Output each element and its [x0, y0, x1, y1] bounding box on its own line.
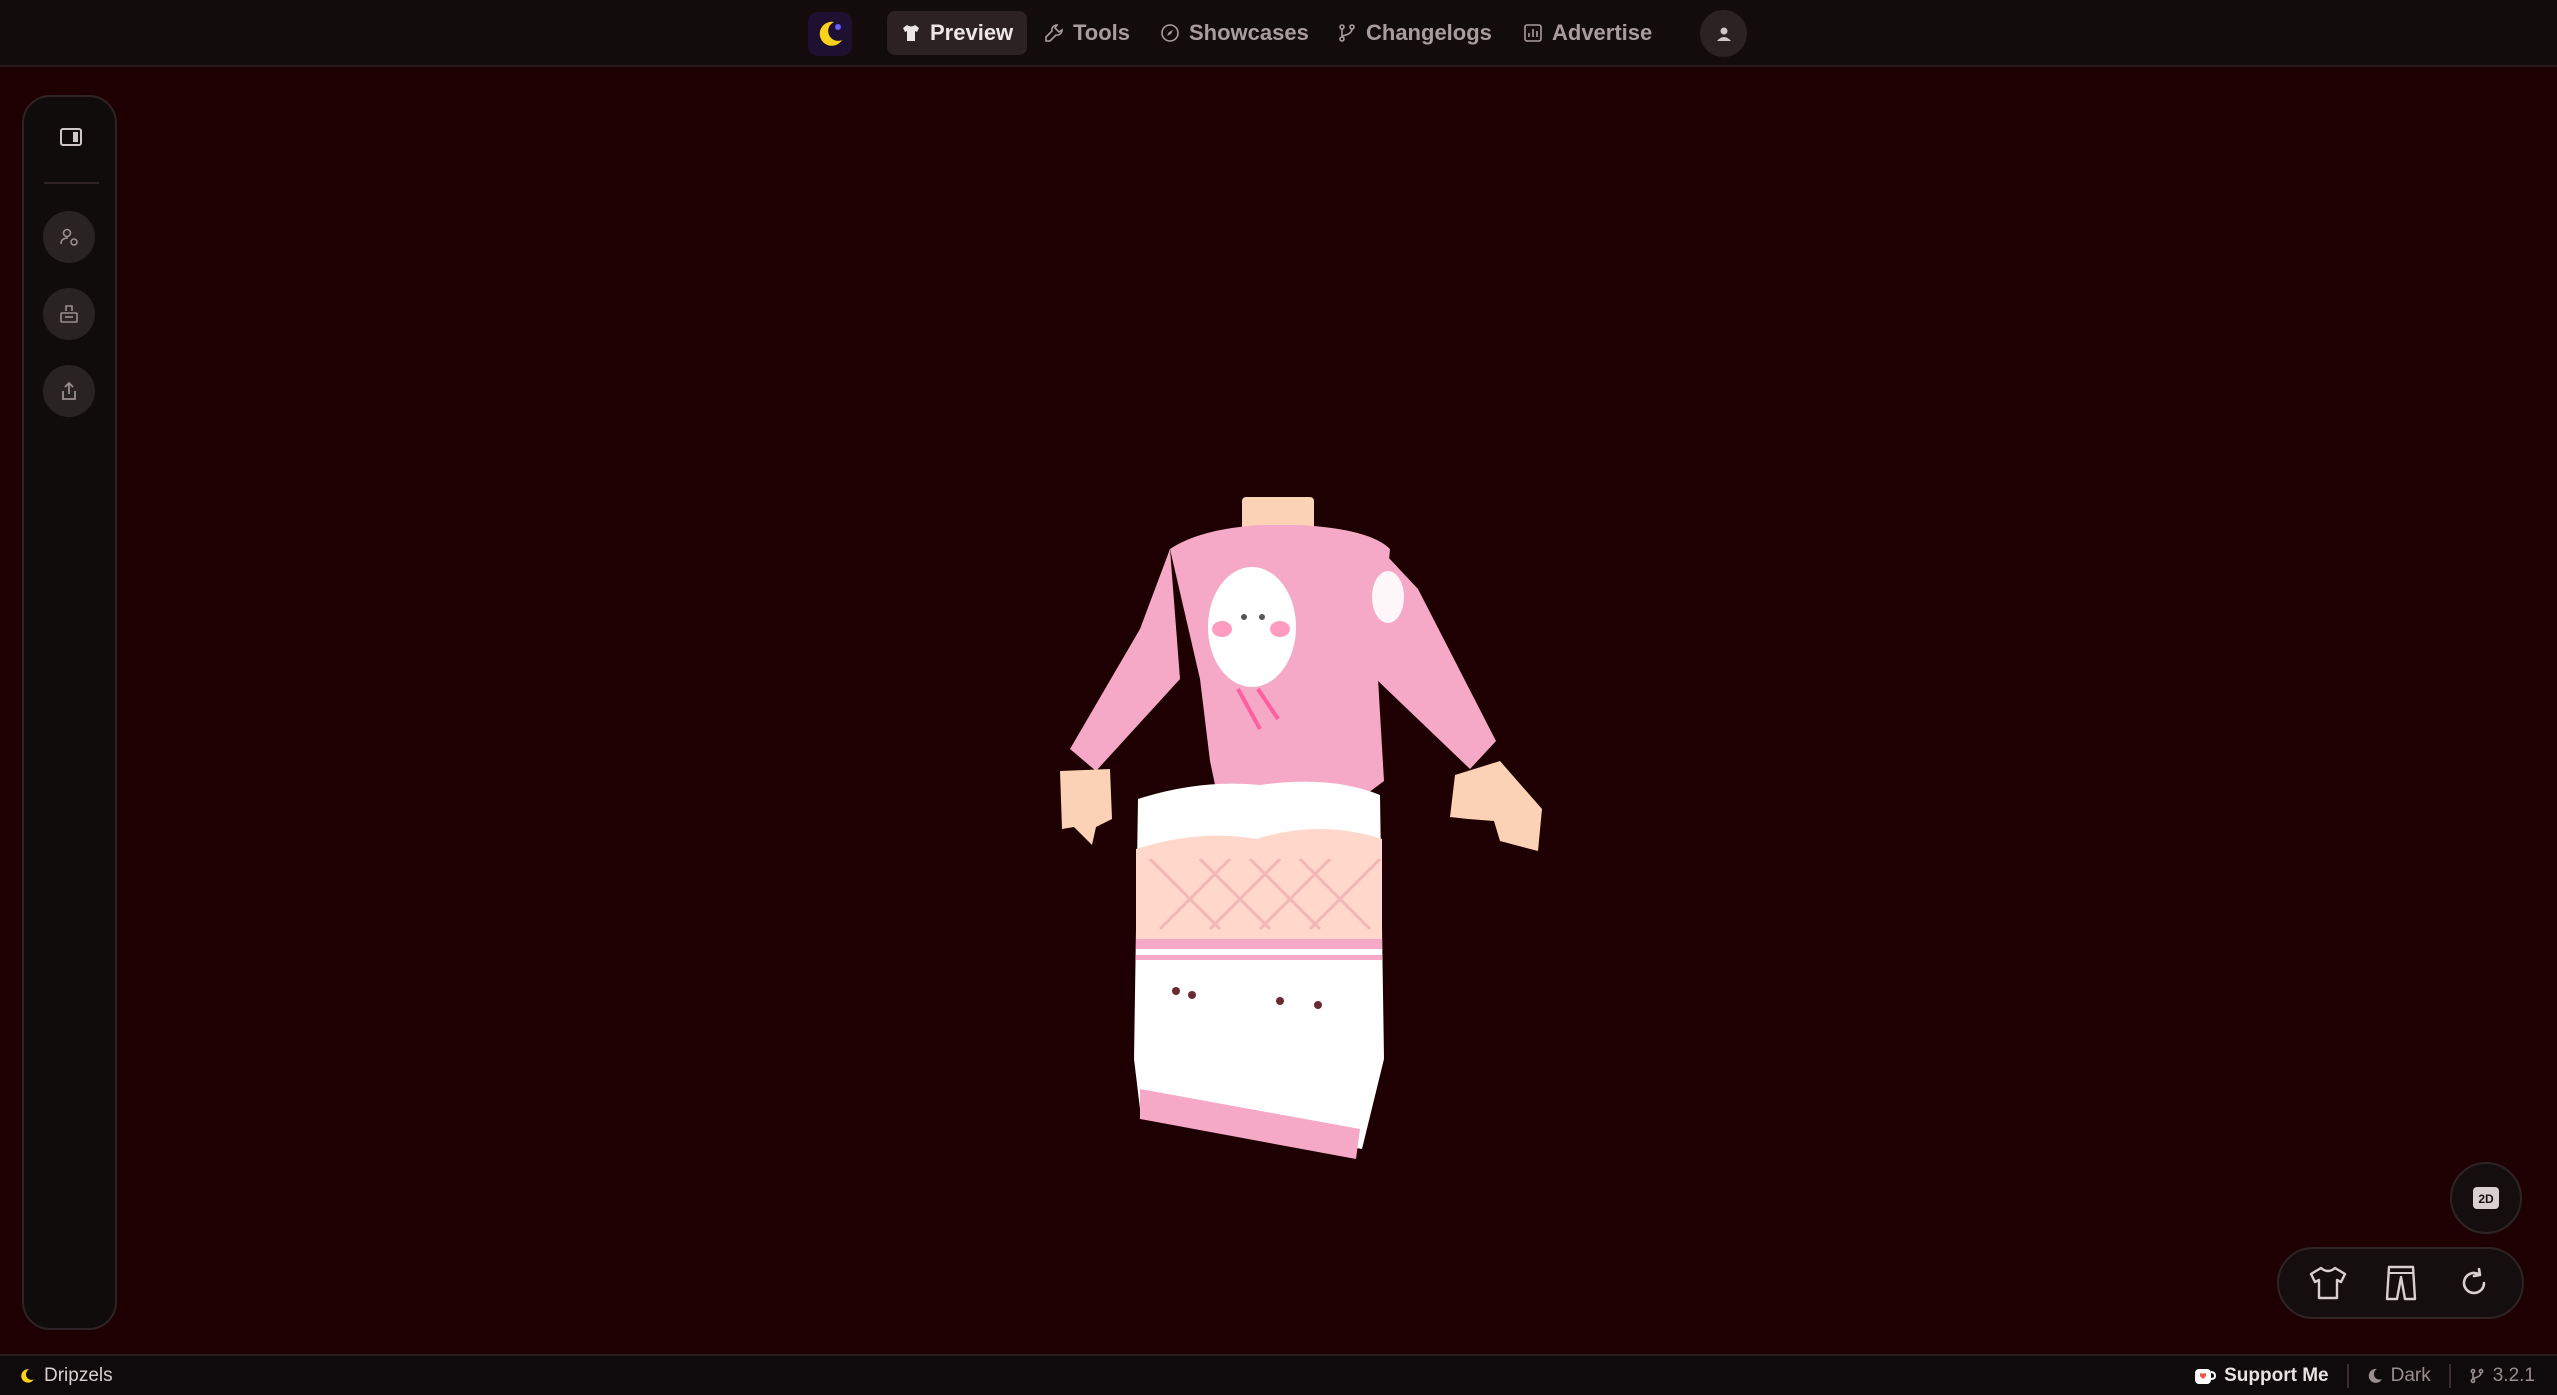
wrench-icon — [1045, 24, 1063, 42]
reset-view-button[interactable] — [2448, 1257, 2500, 1309]
shirt-icon — [903, 25, 919, 41]
moon-icon — [2368, 1368, 2382, 1383]
avatar-model — [1060, 497, 1542, 1159]
nav-preview-label: Preview — [930, 20, 1014, 45]
footer-divider — [2448, 1364, 2451, 1388]
footer-brand[interactable]: Dripzels — [18, 1365, 113, 1387]
pants-template-button[interactable] — [2375, 1257, 2427, 1309]
shirt-icon — [2309, 1266, 2346, 1300]
moon-logo-icon — [21, 1369, 34, 1383]
nav-changelogs-label: Changelogs — [1366, 20, 1492, 45]
avatar-left-hand — [1060, 769, 1112, 845]
pants-icon — [2385, 1265, 2416, 1301]
nav-tools[interactable]: Tools — [1030, 11, 1144, 55]
nav-advertise[interactable]: Advertise — [1509, 11, 1666, 55]
footer-divider — [2346, 1364, 2349, 1388]
theme-label: Dark — [2390, 1365, 2431, 1386]
avatar-3d-viewport[interactable] — [0, 69, 2557, 1354]
user-menu-button[interactable] — [1700, 10, 1747, 57]
footer-bar: Dripzels Support Me Dark 3.2.1 — [0, 1354, 2557, 1395]
git-branch-icon — [2470, 1368, 2484, 1384]
clothing-toolbar — [2277, 1247, 2524, 1319]
refresh-icon — [2462, 1268, 2485, 1295]
view-2d-button[interactable]: 2D — [2450, 1162, 2522, 1234]
svg-text:2D: 2D — [2478, 1192, 2494, 1206]
nav-preview[interactable]: Preview — [887, 11, 1028, 55]
git-branch-icon — [1339, 24, 1355, 42]
nav-tools-label: Tools — [1073, 20, 1131, 45]
version-link[interactable]: 3.2.1 — [2469, 1365, 2535, 1387]
version-label: 3.2.1 — [2492, 1365, 2535, 1386]
avatar-left-sleeve — [1070, 549, 1180, 771]
shirt-template-button[interactable] — [2302, 1257, 2354, 1309]
theme-toggle[interactable]: Dark — [2367, 1365, 2431, 1387]
avatar-right-hand — [1450, 761, 1542, 851]
support-me-label: Support Me — [2224, 1365, 2329, 1386]
top-navbar: Preview Tools Showcases Changelogs Adver… — [0, 0, 2557, 67]
footer-brand-label: Dripzels — [44, 1365, 113, 1386]
2d-view-icon: 2D — [2473, 1187, 2499, 1209]
moon-logo-icon — [819, 21, 842, 46]
nav-showcases-label: Showcases — [1189, 20, 1309, 45]
nav-showcases[interactable]: Showcases — [1146, 11, 1323, 55]
footer-actions: Support Me Dark 3.2.1 — [2194, 1364, 2535, 1388]
chart-icon — [1524, 24, 1542, 42]
ko-fi-cup-icon — [2195, 1369, 2217, 1384]
nav-advertise-label: Advertise — [1552, 20, 1653, 45]
nav-changelogs[interactable]: Changelogs — [1323, 11, 1506, 55]
compass-icon — [1161, 24, 1179, 42]
user-icon — [1716, 27, 1731, 41]
support-me-link[interactable]: Support Me — [2194, 1365, 2329, 1387]
app-logo[interactable] — [808, 12, 852, 56]
